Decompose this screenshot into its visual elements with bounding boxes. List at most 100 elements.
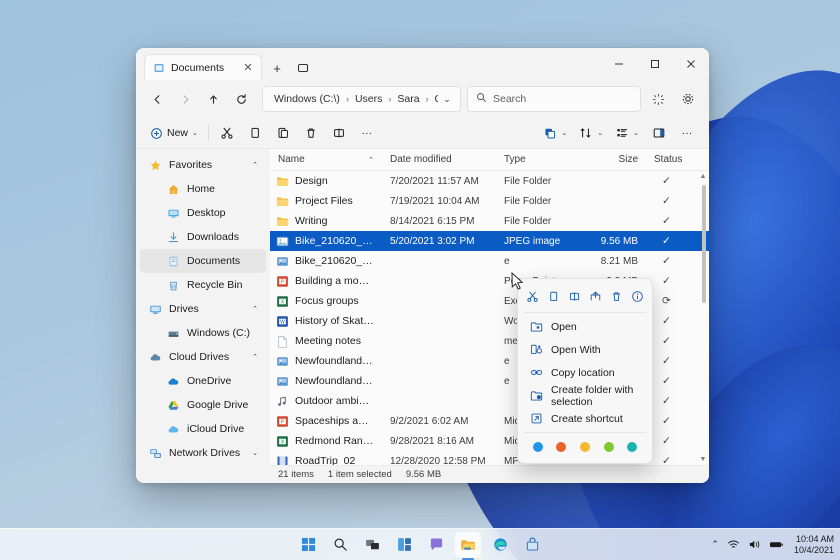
chevron-up-icon[interactable]: ⌃ — [250, 353, 260, 361]
view-layout-button[interactable]: ⌄ — [609, 121, 645, 145]
tab-list-icon[interactable] — [292, 56, 314, 80]
recycle-bin-icon — [166, 278, 180, 292]
chevron-up-icon[interactable]: ⌃ — [250, 305, 260, 313]
open-icon — [529, 320, 543, 334]
sidebar-group-drives[interactable]: Drives ⌃ — [140, 297, 266, 321]
back-button[interactable] — [144, 86, 170, 112]
cut-button[interactable] — [213, 121, 241, 145]
search-box[interactable]: Search — [467, 86, 641, 112]
share-icon[interactable] — [586, 285, 606, 307]
minimize-button[interactable] — [601, 48, 637, 79]
context-menu: OpenOpen WithCopy locationCreate folder … — [517, 278, 653, 464]
new-tab-button[interactable]: + — [266, 56, 288, 80]
chevron-up-icon[interactable]: ⌃ — [250, 161, 260, 169]
sidebar-group-network-drives[interactable]: Network Drives ⌄ — [140, 441, 266, 465]
search-button[interactable] — [327, 532, 353, 558]
scrollbar-thumb[interactable] — [702, 185, 706, 303]
sidebar-group-favorites[interactable]: Favorites ⌃ — [140, 153, 266, 177]
sidebar-item-documents[interactable]: Documents — [140, 249, 266, 273]
copy-button[interactable] — [241, 121, 269, 145]
file-name-cell: XRedmond Rangers triat... — [270, 435, 382, 448]
close-button[interactable] — [673, 48, 709, 79]
wifi-icon[interactable] — [727, 538, 740, 551]
context-menu-item-create-shortcut[interactable]: Create shortcut — [521, 407, 649, 430]
sidebar-item-desktop[interactable]: Desktop — [140, 201, 266, 225]
sidebar-item-recycle-bin[interactable]: Recycle Bin — [140, 273, 266, 297]
context-menu-item-open-with[interactable]: Open With — [521, 338, 649, 361]
column-header-type[interactable]: Type — [496, 154, 584, 165]
scroll-down-icon[interactable]: ▼ — [700, 456, 707, 463]
tab-documents[interactable]: Documents ✕ — [144, 54, 262, 80]
color-tag-swatch[interactable] — [604, 442, 614, 452]
sort-button[interactable]: ⌄ — [573, 121, 609, 145]
rename-button[interactable] — [325, 121, 353, 145]
file-name-cell: PSpaceships among the... — [270, 415, 382, 428]
properties-icon[interactable] — [628, 285, 648, 307]
widgets-button[interactable] — [391, 532, 417, 558]
column-header-size[interactable]: Size — [584, 154, 646, 165]
table-row[interactable]: Bike_210620_1312e8.21 MB✓ — [270, 251, 709, 271]
address-bar[interactable]: Windows (C:\) › Users › Sara › OneDrive … — [262, 86, 461, 112]
color-tag-swatch[interactable] — [556, 442, 566, 452]
network-icon — [148, 446, 162, 460]
sidebar-item-home[interactable]: Home — [140, 177, 266, 201]
context-menu-item-create-folder-with-selection[interactable]: Create folder with selection — [521, 384, 649, 407]
chevron-down-icon[interactable]: ⌄ — [250, 449, 260, 457]
volume-icon[interactable] — [748, 538, 761, 551]
cut-icon[interactable] — [523, 285, 543, 307]
new-button[interactable]: New ⌄ — [144, 121, 204, 145]
paste-button[interactable] — [269, 121, 297, 145]
color-tag-swatch[interactable] — [533, 442, 543, 452]
maximize-button[interactable] — [637, 48, 673, 79]
up-button[interactable] — [200, 86, 226, 112]
breadcrumb-item[interactable]: Windows (C:\) — [271, 92, 343, 106]
gear-icon[interactable] — [675, 86, 701, 112]
scroll-up-icon[interactable]: ▲ — [700, 173, 707, 180]
color-tag-swatch[interactable] — [580, 442, 590, 452]
more-options-button[interactable]: ··· — [353, 121, 381, 145]
context-menu-item-copy-location[interactable]: Copy location — [521, 361, 649, 384]
clock[interactable]: 10:04 AM 10/4/2021 — [792, 534, 834, 555]
shortcut-icon — [529, 412, 543, 426]
table-row[interactable]: Design7/20/2021 11:57 AMFile Folder✓ — [270, 171, 709, 191]
sync-status-icon[interactable] — [645, 86, 671, 112]
start-button[interactable] — [295, 532, 321, 558]
chevron-down-icon[interactable]: ⌄ — [438, 94, 456, 105]
column-header-date-modified[interactable]: Date modified — [382, 154, 496, 165]
edge-button[interactable] — [487, 532, 513, 558]
rename-icon[interactable] — [565, 285, 585, 307]
table-row[interactable]: Writing8/14/2021 6:15 PMFile Folder✓ — [270, 211, 709, 231]
chevron-up-icon[interactable]: ⌃ — [711, 539, 719, 550]
delete-button[interactable] — [297, 121, 325, 145]
column-header-name[interactable]: Name ⌃ — [270, 154, 382, 165]
item-count-label: 21 items — [278, 469, 314, 480]
breadcrumb-item[interactable]: Sara — [394, 92, 422, 106]
copy-icon[interactable] — [544, 285, 564, 307]
column-header-status[interactable]: Status — [646, 154, 700, 165]
delete-icon[interactable] — [607, 285, 627, 307]
battery-icon[interactable] — [769, 538, 784, 551]
sidebar-item-icloud-drive[interactable]: iCloud Drive — [140, 417, 266, 441]
file-name-cell: Bike_210620_1307 — [270, 235, 382, 248]
store-button[interactable] — [519, 532, 545, 558]
table-row[interactable]: Project Files7/19/2021 10:04 AMFile Fold… — [270, 191, 709, 211]
breadcrumb-item[interactable]: Users — [352, 92, 385, 106]
file-explorer-button[interactable] — [455, 532, 481, 558]
chat-button[interactable] — [423, 532, 449, 558]
task-view-button[interactable] — [359, 532, 385, 558]
sync-icon: ⟳ — [646, 295, 700, 307]
share-view-button[interactable]: ⌄ — [537, 121, 573, 145]
color-tag-swatch[interactable] — [627, 442, 637, 452]
context-menu-item-open[interactable]: Open — [521, 315, 649, 338]
sidebar-item-onedrive[interactable]: OneDrive — [140, 369, 266, 393]
refresh-button[interactable] — [228, 86, 254, 112]
sidebar-item-google-drive[interactable]: Google Drive — [140, 393, 266, 417]
details-pane-button[interactable] — [645, 121, 673, 145]
sidebar-item-windows-c[interactable]: Windows (C:) — [140, 321, 266, 345]
close-icon[interactable]: ✕ — [241, 61, 255, 75]
forward-button[interactable] — [172, 86, 198, 112]
table-row[interactable]: Bike_210620_13075/20/2021 3:02 PMJPEG im… — [270, 231, 709, 251]
command-overflow-button[interactable]: ··· — [673, 121, 701, 145]
sidebar-group-cloud-drives[interactable]: Cloud Drives ⌃ — [140, 345, 266, 369]
sidebar-item-downloads[interactable]: Downloads — [140, 225, 266, 249]
